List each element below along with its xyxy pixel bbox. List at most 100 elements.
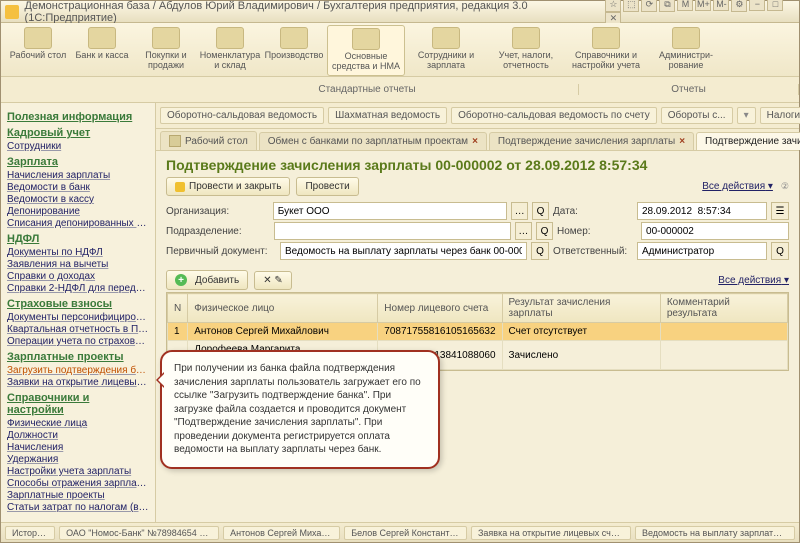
sidebar-link[interactable]: Сотрудники	[7, 141, 149, 152]
sidebar-link[interactable]: Настройки учета зарплаты	[7, 466, 149, 477]
toolbar-item[interactable]: Администри-рование	[647, 25, 725, 76]
sidebar-link[interactable]: Способы отражения зарплаты в бух. уч...	[7, 478, 149, 489]
sidebar-link[interactable]: Ведомости в банк	[7, 182, 149, 193]
close-icon[interactable]: ×	[472, 136, 478, 147]
col-header[interactable]: Номер лицевого счета	[378, 294, 502, 323]
sidebar-link[interactable]: Документы по НДФЛ	[7, 247, 149, 258]
window-button[interactable]: −	[749, 0, 765, 11]
sidebar-group-title: Справочники и настройки	[7, 392, 149, 416]
col-header[interactable]: Комментарий результата	[660, 294, 787, 323]
sidebar-link[interactable]: Списания депонированных сумм	[7, 218, 149, 229]
sidebar-group-title: НДФЛ	[7, 233, 149, 245]
toolbar-item[interactable]: Номенклатура и склад	[199, 25, 261, 76]
report-dropdown[interactable]	[737, 107, 756, 124]
all-actions-link[interactable]: Все действия ▾	[702, 181, 773, 192]
toolbar-item[interactable]: Основные средства и НМА	[327, 25, 405, 76]
window-button[interactable]: ⧉	[659, 0, 675, 12]
sidebar-link[interactable]: Операции учета по страховым взносам	[7, 336, 149, 347]
report-chip[interactable]: Шахматная ведомость	[328, 107, 447, 124]
primary-input[interactable]	[280, 242, 527, 260]
sidebar-link[interactable]: Начисления зарплаты	[7, 170, 149, 181]
sidebar-link[interactable]: Зарплатные проекты	[7, 490, 149, 501]
sidebar-link[interactable]: Загрузить подтверждения банка	[7, 365, 149, 376]
help-icon[interactable]: ②	[781, 181, 789, 192]
post-and-close-button[interactable]: Провести и закрыть	[166, 177, 290, 196]
sidebar-link[interactable]: Удержания	[7, 454, 149, 465]
sidebar: Полезная информацияКадровый учетСотрудни…	[1, 103, 156, 522]
responsible-open-button[interactable]: Q	[771, 242, 789, 260]
sidebar-link[interactable]: Должности	[7, 430, 149, 441]
window-button[interactable]: M-	[713, 0, 729, 11]
tab[interactable]: Рабочий стол	[160, 131, 257, 150]
sidebar-link[interactable]: Депонирование	[7, 206, 149, 217]
number-input[interactable]	[641, 222, 789, 240]
window-button[interactable]: □	[767, 0, 783, 11]
sidebar-group-title: Полезная информация	[7, 111, 149, 123]
org-select-button[interactable]: …	[511, 202, 528, 220]
toolbar-item[interactable]: Покупки и продажи	[135, 25, 197, 76]
window-button[interactable]: ☆	[605, 0, 621, 12]
sidebar-link[interactable]: Заявления на вычеты	[7, 259, 149, 270]
statusbar-item[interactable]: Антонов Сергей Михайлович	[223, 526, 340, 540]
sidebar-link[interactable]: Справки о доходах	[7, 271, 149, 282]
report-chip[interactable]: Оборотно-сальдовая ведомость	[160, 107, 324, 124]
statusbar-item[interactable]: Белов Сергей Константинович	[344, 526, 467, 540]
dept-input[interactable]	[274, 222, 511, 240]
col-header[interactable]: Результат зачисления зарплаты	[502, 294, 660, 323]
tab[interactable]: Подтверждение зачисления зарплаты×	[489, 132, 694, 150]
window-button[interactable]: ⚙	[731, 0, 747, 12]
titlebar: Демонстрационная база / Абдулов Юрий Вла…	[1, 1, 799, 23]
sidebar-link[interactable]: Ведомости в кассу	[7, 194, 149, 205]
toolbar-item[interactable]: Банк и касса	[71, 25, 133, 76]
toolbar-item[interactable]: Учет, налоги, отчетность	[487, 25, 565, 76]
close-icon[interactable]: ×	[679, 136, 685, 147]
sidebar-link[interactable]: Заявки на открытие лицевых счетов	[7, 377, 149, 388]
date-picker-button[interactable]: ☰	[771, 202, 789, 220]
date-input[interactable]	[637, 202, 767, 220]
window-button[interactable]: M+	[695, 0, 711, 11]
statusbar-item[interactable]: ОАО "Номос-Банк" №78984654 от 01.01...	[59, 526, 219, 540]
report-chip[interactable]: Оборотно-сальдовая ведомость по счету	[451, 107, 657, 124]
app-icon	[5, 5, 19, 19]
reports-row: Оборотно-сальдовая ведомостьШахматная ве…	[156, 103, 799, 129]
org-input[interactable]	[273, 202, 507, 220]
sidebar-link[interactable]: Справки 2-НДФЛ для передачи в нало...	[7, 283, 149, 294]
post-button[interactable]: Провести	[296, 177, 358, 196]
number-label: Номер:	[557, 226, 637, 237]
tab[interactable]: Обмен с банками по зарплатным проектам×	[259, 132, 487, 150]
table-all-actions-link[interactable]: Все действия ▾	[718, 275, 789, 286]
col-header[interactable]: N	[168, 294, 188, 323]
statusbar-item[interactable]: Ведомость на выплату зарплаты через б...	[635, 526, 795, 540]
tab[interactable]: Подтверждение зачисления зарплаты 00-00.…	[696, 132, 800, 150]
sidebar-link[interactable]: Квартальная отчетность в ПФР	[7, 324, 149, 335]
dept-open-button[interactable]: Q	[536, 222, 553, 240]
window-button[interactable]: M	[677, 0, 693, 11]
sidebar-link[interactable]: Документы персонифицированного уч...	[7, 312, 149, 323]
sidebar-link[interactable]: Начисления	[7, 442, 149, 453]
responsible-label: Ответственный:	[553, 246, 633, 257]
toolbar-item[interactable]: Сотрудники и зарплата	[407, 25, 485, 76]
report-chip[interactable]: Налоги и взносы (кратко)	[760, 107, 800, 124]
responsible-input[interactable]	[637, 242, 767, 260]
sidebar-link[interactable]: Статьи затрат по налогам (взносам) с ...	[7, 502, 149, 513]
statusbar-item[interactable]: Заявка на открытие лицевых счетов 0000..…	[471, 526, 631, 540]
primary-open-button[interactable]: Q	[531, 242, 549, 260]
add-row-button[interactable]: Добавить	[166, 270, 248, 290]
window-button[interactable]: ⬚	[623, 0, 639, 12]
table-row[interactable]: 1Антонов Сергей Михайлович70871755816105…	[168, 323, 788, 341]
dept-select-button[interactable]: …	[515, 222, 532, 240]
toolbar-item[interactable]: Справочники и настройки учета	[567, 25, 645, 76]
col-header[interactable]: Физическое лицо	[188, 294, 378, 323]
toolbar-icon	[432, 27, 460, 49]
table-more-button[interactable]: ✕ ✎	[254, 271, 292, 290]
report-chip[interactable]: Обороты с...	[661, 107, 733, 124]
history-button[interactable]: История...	[5, 526, 55, 540]
sidebar-group-title: Страховые взносы	[7, 298, 149, 310]
window-button[interactable]: ⟳	[641, 0, 657, 12]
toolbar-item[interactable]: Производство	[263, 25, 325, 76]
toolbar-item[interactable]: Рабочий стол	[7, 25, 69, 76]
help-callout: При получении из банка файла подтвержден…	[160, 350, 440, 469]
org-open-button[interactable]: Q	[532, 202, 549, 220]
main-toolbar: Рабочий столБанк и кассаПокупки и продаж…	[1, 23, 799, 77]
sidebar-link[interactable]: Физические лица	[7, 418, 149, 429]
